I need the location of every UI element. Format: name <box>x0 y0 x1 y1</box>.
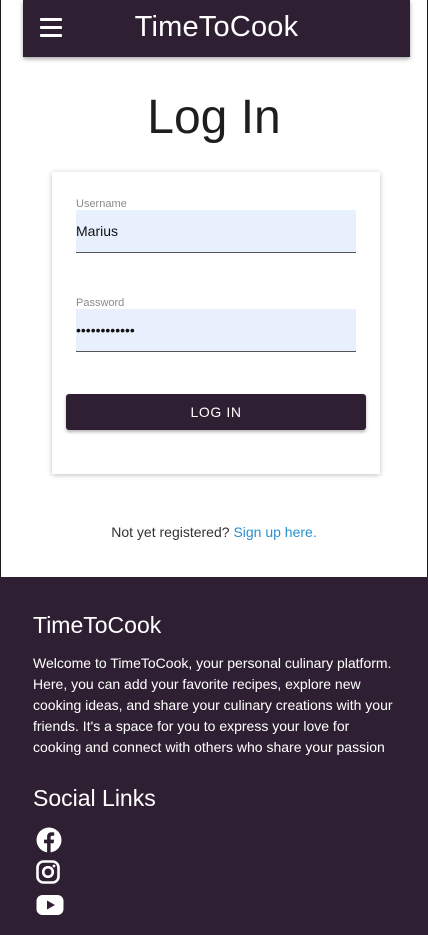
frame-edge-left <box>0 0 1 578</box>
register-line: Not yet registered? Sign up here. <box>0 524 428 540</box>
password-field-box <box>76 309 356 352</box>
footer-title: TimeToCook <box>33 612 162 638</box>
app-title[interactable]: TimeToCook <box>23 11 410 44</box>
username-field-box <box>76 210 356 253</box>
youtube-icon[interactable] <box>36 894 64 916</box>
password-label: Password <box>76 297 125 309</box>
login-button[interactable]: LOG IN <box>66 394 366 430</box>
footer: TimeToCook Welcome to TimeToCook, your p… <box>0 577 428 935</box>
page-title: Log In <box>147 91 281 144</box>
sign-up-link[interactable]: Sign up here. <box>233 524 316 540</box>
login-card: Username Password LOG IN <box>52 172 380 474</box>
password-field[interactable] <box>76 309 346 351</box>
register-prompt: Not yet registered? <box>111 524 230 540</box>
username-label: Username <box>76 198 127 210</box>
social-links-title: Social Links <box>33 785 156 811</box>
footer-description: Welcome to TimeToCook, your personal cul… <box>33 655 393 755</box>
instagram-icon[interactable] <box>36 860 60 884</box>
facebook-icon[interactable] <box>36 827 62 853</box>
app-bar: TimeToCook <box>23 0 410 57</box>
username-field[interactable] <box>76 210 346 252</box>
